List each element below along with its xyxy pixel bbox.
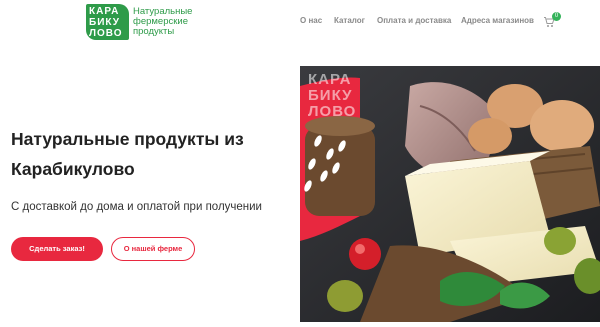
logo-tagline: Натуральные фермерские продукты bbox=[133, 6, 193, 37]
logo-mark-line-3: ЛОВО bbox=[89, 28, 123, 39]
site-header: КАРА БИКУ ЛОВО Натуральные фермерские пр… bbox=[0, 0, 600, 44]
hero-subtitle: С доставкой до дома и оплатой при получе… bbox=[11, 201, 262, 213]
logo-mark-line-2: БИКУ bbox=[89, 17, 120, 28]
logo[interactable]: КАРА БИКУ ЛОВО Натуральные фермерские пр… bbox=[86, 4, 193, 40]
nav-item-payment-delivery[interactable]: Оплата и доставка bbox=[377, 16, 451, 26]
cart-button[interactable]: 0 bbox=[543, 12, 561, 28]
order-button[interactable]: Сделать заказ! bbox=[11, 237, 103, 261]
nav-item-store-addresses[interactable]: Адреса магазинов bbox=[461, 16, 534, 26]
cart-count-badge: 0 bbox=[552, 12, 561, 21]
photo-overlay-line-3: ЛОВО bbox=[308, 103, 357, 120]
logo-mark-line-1: КАРА bbox=[89, 6, 120, 17]
photo-overlay-line-1: КАРА bbox=[308, 71, 352, 88]
photo-overlay-logo: КАРА БИКУ ЛОВО bbox=[308, 72, 356, 120]
hero-photo: КАРА БИКУ ЛОВО bbox=[300, 66, 600, 322]
hero-title: Натуральные продукты из Карабикулово bbox=[11, 129, 244, 179]
nav-item-catalog[interactable]: Каталог bbox=[334, 16, 365, 26]
photo-overlay-line-2: БИКУ bbox=[308, 87, 353, 104]
nav-item-about[interactable]: О нас bbox=[300, 16, 322, 26]
logo-mark: КАРА БИКУ ЛОВО bbox=[86, 4, 129, 40]
about-farm-button[interactable]: О нашей ферме bbox=[111, 237, 195, 261]
